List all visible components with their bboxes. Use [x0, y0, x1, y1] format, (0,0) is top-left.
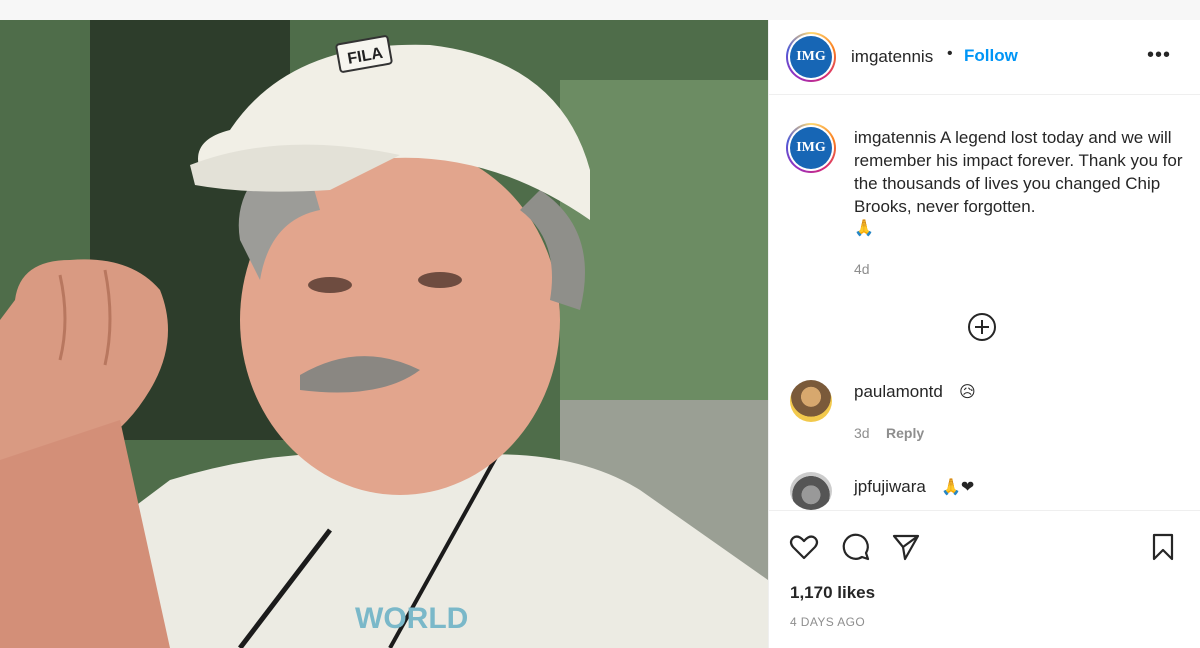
author-username[interactable]: imgatennis	[851, 47, 933, 67]
commenter-username[interactable]: jpfujiwara	[854, 477, 926, 497]
author-avatar[interactable]: IMG	[786, 32, 836, 82]
post-actions: 1,170 likes 4 DAYS AGO	[769, 510, 1200, 648]
photo-illustration: WORLD FILA	[0, 20, 768, 648]
post-photo[interactable]: WORLD FILA	[0, 20, 768, 648]
shirt-print: WORLD	[355, 602, 468, 635]
caption-avatar[interactable]: IMG	[786, 123, 836, 173]
likes-count[interactable]: 1,170 likes	[790, 583, 875, 603]
reply-button[interactable]: Reply	[886, 425, 924, 441]
caption-username[interactable]: imgatennis	[854, 128, 936, 147]
commenter-avatar[interactable]	[790, 472, 832, 510]
heart-icon[interactable]	[788, 531, 820, 563]
load-more-comments-icon[interactable]	[967, 312, 997, 342]
img-logo: IMG	[790, 127, 832, 169]
separator-dot: •	[947, 45, 953, 62]
pray-heart-emoji: 🙏❤	[941, 477, 975, 496]
comment-timestamp[interactable]: 3d	[854, 425, 870, 441]
post-date[interactable]: 4 DAYS AGO	[790, 615, 865, 629]
commenter-username[interactable]: paulamontd	[854, 382, 943, 402]
follow-button[interactable]: Follow	[964, 46, 1018, 66]
commenter-avatar[interactable]	[790, 380, 832, 422]
caption-text: imgatennis A legend lost today and we wi…	[854, 126, 1189, 218]
img-logo: IMG	[790, 36, 832, 78]
bookmark-icon[interactable]	[1147, 531, 1179, 563]
more-options-icon[interactable]: •••	[1147, 44, 1171, 67]
sad-face-emoji: 😥	[959, 382, 976, 401]
share-icon[interactable]	[890, 531, 922, 563]
browser-top-strip	[0, 0, 1200, 20]
post-detail-panel: IMG imgatennis • Follow ••• IMG imgatenn…	[768, 20, 1200, 648]
caption-timestamp[interactable]: 4d	[854, 261, 870, 277]
comment-icon[interactable]	[840, 531, 872, 563]
pray-emoji: 🙏	[854, 218, 874, 237]
post-header: IMG imgatennis • Follow •••	[769, 20, 1200, 95]
